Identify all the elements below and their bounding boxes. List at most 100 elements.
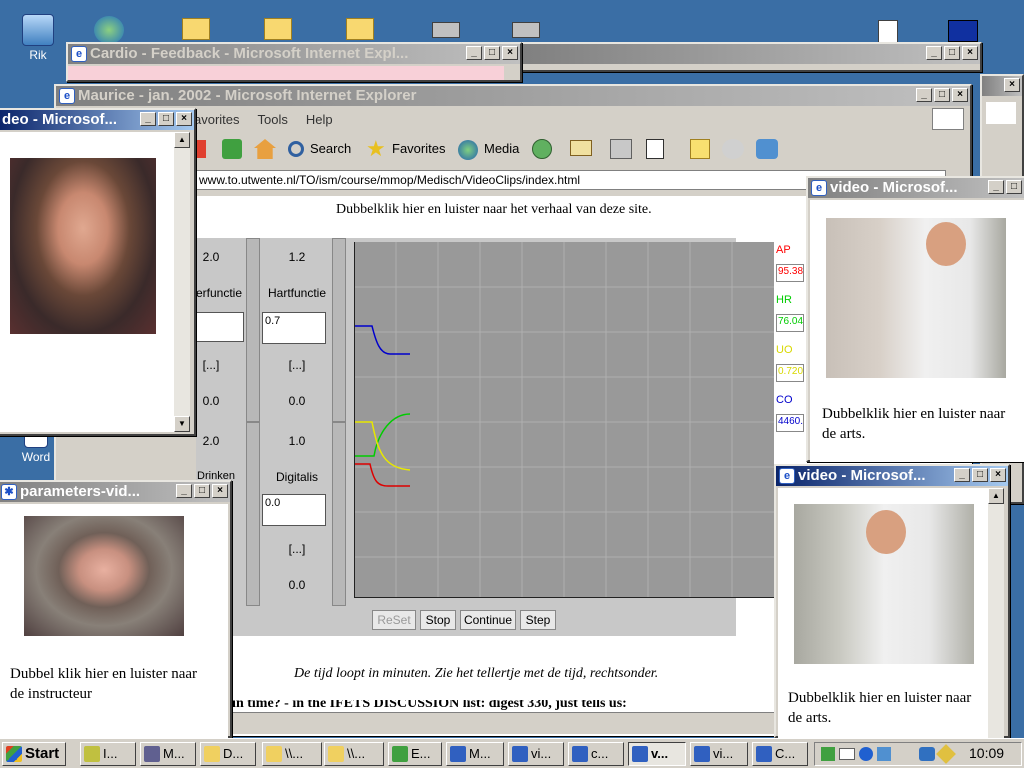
monitor-tray-icon[interactable]: [919, 747, 935, 761]
window-video-left[interactable]: deo - Microsof... _ □ × ▲ ▼: [0, 108, 196, 436]
video-instructor-image[interactable]: [24, 516, 184, 636]
search-button[interactable]: Search: [288, 138, 351, 160]
window-video-r2[interactable]: e video - Microsof... _ □ × Dubbelklik hie…: [774, 464, 1010, 738]
scroll-up-icon[interactable]: ▲: [174, 132, 190, 148]
minimize-button[interactable]: _: [140, 112, 156, 126]
taskbar-button[interactable]: \\...: [262, 742, 322, 766]
minimize-button[interactable]: _: [916, 88, 932, 102]
taskbar-button[interactable]: v...: [628, 742, 686, 766]
step-button[interactable]: Step: [520, 610, 556, 630]
folder-icon[interactable]: [182, 18, 210, 40]
param-input[interactable]: 0.0: [262, 494, 326, 526]
instructor-text[interactable]: Dubbel klik hier en luister naar de inst…: [10, 664, 210, 704]
document-icon[interactable]: [878, 20, 898, 44]
doctor-text[interactable]: Dubbelklik hier en luister naar de arts.: [822, 404, 1018, 444]
param-input[interactable]: 0.7: [262, 312, 326, 344]
taskbar-button[interactable]: vi...: [508, 742, 564, 766]
video-doctor-image[interactable]: [826, 218, 1006, 378]
maximize-button[interactable]: □: [194, 484, 210, 498]
video-presenter-image[interactable]: [10, 158, 156, 334]
param-slider[interactable]: [332, 422, 346, 606]
param-slider[interactable]: [246, 238, 260, 422]
title-bar[interactable]: deo - Microsof... _ □ ×: [0, 110, 194, 130]
maximize-button[interactable]: □: [944, 46, 960, 60]
param-slider[interactable]: [332, 238, 346, 422]
minimize-button[interactable]: _: [926, 46, 942, 60]
taskbar-button[interactable]: c...: [568, 742, 624, 766]
taskbar-button[interactable]: E...: [388, 742, 442, 766]
taskbar-button[interactable]: vi...: [690, 742, 748, 766]
edit-icon[interactable]: [646, 139, 664, 159]
param-slider[interactable]: [246, 422, 260, 606]
favorites-button[interactable]: ★ Favorites: [366, 138, 445, 160]
title-bar[interactable]: ✱ parameters-vid... _ □ ×: [0, 482, 230, 502]
close-button[interactable]: ×: [962, 46, 978, 60]
maximize-button[interactable]: □: [972, 468, 988, 482]
taskbar-button[interactable]: M...: [446, 742, 504, 766]
vertical-scrollbar[interactable]: ▲ ▼: [174, 132, 190, 432]
title-bar[interactable]: ×: [982, 76, 1022, 96]
close-button[interactable]: ×: [952, 88, 968, 102]
start-button[interactable]: Start: [2, 742, 66, 766]
drive-icon[interactable]: [432, 22, 460, 38]
refresh-icon[interactable]: [222, 139, 242, 159]
title-bar[interactable]: e Maurice - jan. 2002 - Microsoft Intern…: [56, 86, 970, 106]
scroll-up-icon[interactable]: ▲: [988, 488, 1004, 504]
title-bar[interactable]: e video - Microsof... _ □: [808, 178, 1024, 198]
title-bar[interactable]: _ □ ×: [522, 44, 980, 64]
maximize-button[interactable]: □: [484, 46, 500, 60]
network-tray-icon[interactable]: [859, 747, 873, 761]
maximize-button[interactable]: □: [934, 88, 950, 102]
page-heading[interactable]: Dubbelklik hier en luister naar het verh…: [336, 202, 652, 218]
reset-button[interactable]: ReSet: [372, 610, 416, 630]
maximize-button[interactable]: □: [1006, 180, 1022, 194]
doctor-text[interactable]: Dubbelklik hier en luister naar de arts.: [788, 688, 984, 728]
menu-tools[interactable]: Tools: [258, 112, 288, 127]
drive-icon[interactable]: [512, 22, 540, 38]
scroll-down-icon[interactable]: ▼: [174, 416, 190, 432]
window-background[interactable]: _ □ ×: [520, 42, 982, 72]
vertical-scrollbar[interactable]: ▲: [988, 488, 1004, 738]
mail-tray-icon[interactable]: [839, 748, 855, 760]
stop-icon[interactable]: [196, 140, 206, 158]
title-bar[interactable]: e video - Microsof... _ □ ×: [776, 466, 1008, 486]
folder-icon[interactable]: [346, 18, 374, 40]
title-bar[interactable]: e Cardio - Feedback - Microsoft Internet…: [68, 44, 520, 64]
tray-icon[interactable]: [821, 747, 835, 761]
window-cardio[interactable]: e Cardio - Feedback - Microsoft Internet…: [66, 42, 522, 82]
taskbar-button[interactable]: I...: [80, 742, 136, 766]
taskbar-button[interactable]: D...: [200, 742, 256, 766]
print-icon[interactable]: [610, 139, 632, 159]
minimize-button[interactable]: _: [466, 46, 482, 60]
close-button[interactable]: ×: [502, 46, 518, 60]
messenger-icon[interactable]: [756, 139, 778, 159]
close-button[interactable]: ×: [1004, 78, 1020, 92]
home-icon[interactable]: [254, 139, 276, 159]
clock[interactable]: 10:09: [969, 745, 1004, 761]
minimize-button[interactable]: _: [176, 484, 192, 498]
close-button[interactable]: ×: [176, 112, 192, 126]
maximize-button[interactable]: □: [158, 112, 174, 126]
minimize-button[interactable]: _: [954, 468, 970, 482]
taskbar-button[interactable]: M...: [140, 742, 196, 766]
folder-icon[interactable]: [264, 18, 292, 40]
window-parameters[interactable]: ✱ parameters-vid... _ □ × Dubbel klik hier…: [0, 480, 232, 738]
pen-tray-icon[interactable]: [936, 744, 956, 764]
close-button[interactable]: ×: [990, 468, 1006, 482]
menu-help[interactable]: Help: [306, 112, 333, 127]
continue-button[interactable]: Continue: [460, 610, 516, 630]
eu-flag-icon[interactable]: [948, 20, 978, 42]
close-button[interactable]: ×: [212, 484, 228, 498]
taskbar-button[interactable]: \\...: [324, 742, 384, 766]
video-doctor-image[interactable]: [794, 504, 974, 664]
minimize-button[interactable]: _: [988, 180, 1004, 194]
window-video-r1[interactable]: e video - Microsof... _ □ Dubbelklik hier…: [806, 176, 1024, 462]
media-button[interactable]: Media: [458, 138, 519, 160]
taskbar-button[interactable]: C...: [752, 742, 808, 766]
menu-favorites[interactable]: avorites: [194, 112, 240, 127]
history-icon[interactable]: [532, 139, 552, 159]
param-input[interactable]: [196, 312, 244, 342]
notes-icon[interactable]: [690, 139, 710, 159]
globe-icon[interactable]: [94, 16, 124, 44]
discuss-icon[interactable]: [722, 139, 744, 159]
